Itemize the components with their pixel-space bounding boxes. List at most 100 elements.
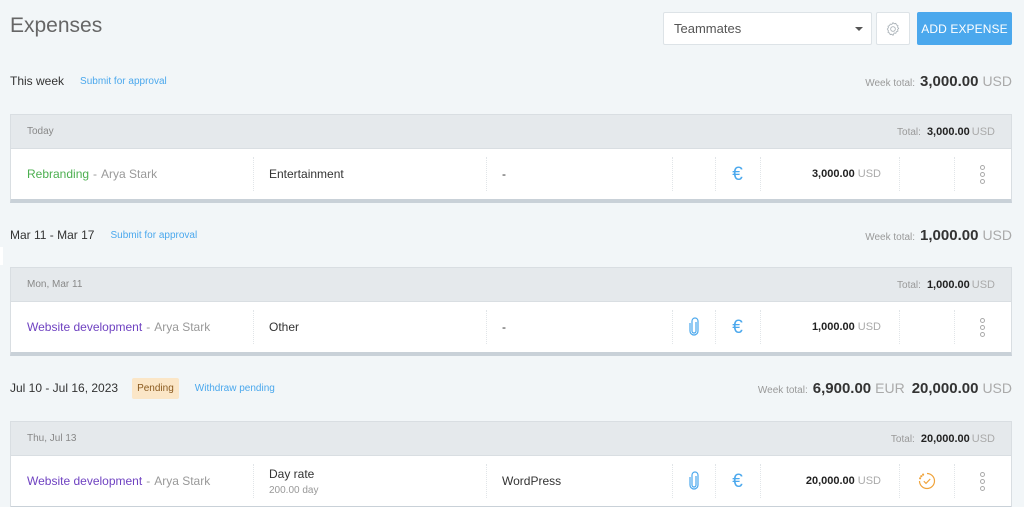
expense-currency: USD <box>857 475 881 487</box>
filter-selected-value: Teammates <box>674 21 742 36</box>
menu-cell <box>954 302 1011 352</box>
week-total-label: Week total: <box>865 231 916 243</box>
more-vertical-icon[interactable] <box>980 471 985 491</box>
submit-for-approval-link[interactable]: Submit for approval <box>110 230 197 241</box>
caret-down-icon <box>855 26 863 31</box>
expense-amount: 1,000.00 <box>811 321 855 333</box>
separator: - <box>146 320 151 334</box>
billable-cell: € <box>715 302 760 352</box>
project-name[interactable]: Rebranding <box>27 167 89 181</box>
page-title: Expenses <box>10 14 103 37</box>
expense-row[interactable]: Rebranding - Arya Stark Entertainment - … <box>11 149 1011 199</box>
note-cell: - <box>486 149 672 199</box>
separator: - <box>93 167 98 181</box>
week-total-currency-usd: USD <box>982 379 1012 396</box>
week-total-amount: 1,000.00 <box>920 226 979 244</box>
expense-currency: USD <box>857 168 881 180</box>
day-total: Total: 3,000.00 USD <box>897 126 995 138</box>
day-header: Today Total: 3,000.00 USD <box>11 115 1011 149</box>
withdraw-pending-link[interactable]: Withdraw pending <box>195 383 275 394</box>
expense-amount: 3,000.00 <box>811 168 855 180</box>
attachment-cell <box>672 149 715 199</box>
category-name: Day rate <box>269 466 315 481</box>
project-cell: Website development - Arya Stark <box>11 302 253 352</box>
week-total: Week total: 6,900.00 EUR 20,000.00 USD <box>758 380 1012 397</box>
day-total-amount: 3,000.00 <box>926 125 970 138</box>
more-vertical-icon[interactable] <box>980 317 985 337</box>
status-cell <box>899 456 954 506</box>
expense-row[interactable]: Website development - Arya Stark Day rat… <box>11 456 1011 506</box>
day-label: Mon, Mar 11 <box>27 279 83 290</box>
user-name: Arya Stark <box>154 320 211 334</box>
day-label: Today <box>27 126 54 137</box>
day-label: Thu, Jul 13 <box>27 433 77 444</box>
day-group: Mon, Mar 11 Total: 1,000.00 USD Website … <box>10 267 1012 356</box>
day-header: Thu, Jul 13 Total: 20,000.00 USD <box>11 422 1011 456</box>
expense-currency: USD <box>857 321 881 333</box>
submit-for-approval-link[interactable]: Submit for approval <box>80 76 167 87</box>
category-name: Entertainment <box>269 167 344 181</box>
paperclip-icon[interactable] <box>688 317 700 337</box>
edge-marker <box>0 247 3 265</box>
day-total: Total: 1,000.00 USD <box>897 279 995 291</box>
attachment-cell <box>672 456 715 506</box>
day-total-label: Total: <box>890 433 915 445</box>
note-text: - <box>502 320 506 334</box>
project-cell: Website development - Arya Stark <box>11 456 253 506</box>
week-header: This week Submit for approval Week total… <box>10 68 1012 94</box>
day-total-currency: USD <box>971 278 995 291</box>
category-name: Other <box>269 320 300 334</box>
note-text: WordPress <box>502 474 562 488</box>
week-header: Mar 11 - Mar 17 Submit for approval Week… <box>10 222 1012 248</box>
user-name: Arya Stark <box>101 167 158 181</box>
week-total-amount-usd: 20,000.00 <box>911 379 979 397</box>
billable-cell: € <box>715 456 760 506</box>
expense-amount: 20,000.00 <box>805 475 855 487</box>
attachment-cell <box>672 302 715 352</box>
week-label: Mar 11 - Mar 17 <box>10 228 95 242</box>
note-cell: WordPress <box>486 456 672 506</box>
more-vertical-icon[interactable] <box>980 164 985 184</box>
expense-row[interactable]: Website development - Arya Stark Other -… <box>11 302 1011 352</box>
project-name[interactable]: Website development <box>27 474 142 488</box>
day-group: Thu, Jul 13 Total: 20,000.00 USD Website… <box>10 421 1012 507</box>
euro-icon: € <box>732 163 743 185</box>
week-total-amount-eur: 6,900.00 <box>812 379 872 397</box>
billable-cell: € <box>715 149 760 199</box>
status-badge: Pending <box>132 377 179 399</box>
teammates-filter-select[interactable]: Teammates <box>663 12 872 45</box>
category-quantity: 200.00 day <box>269 484 319 496</box>
settings-button[interactable] <box>876 12 910 45</box>
status-cell <box>899 149 954 199</box>
category-cell: Other <box>253 302 486 352</box>
project-cell: Rebranding - Arya Stark <box>11 149 253 199</box>
euro-icon: € <box>732 470 743 492</box>
note-text: - <box>502 167 506 181</box>
day-total-amount: 1,000.00 <box>926 278 970 291</box>
menu-cell <box>954 456 1011 506</box>
day-total-amount: 20,000.00 <box>920 432 970 445</box>
week-total-label: Week total: <box>865 77 916 89</box>
week-total: Week total: 1,000.00 USD <box>865 227 1012 244</box>
paperclip-icon[interactable] <box>688 471 700 491</box>
week-total-currency: USD <box>982 226 1012 243</box>
week-header: Jul 10 - Jul 16, 2023 Pending Withdraw p… <box>10 375 1012 401</box>
separator: - <box>146 474 151 488</box>
week-total-currency: USD <box>982 72 1012 89</box>
day-group: Today Total: 3,000.00 USD Rebranding - A… <box>10 114 1012 203</box>
category-cell: Entertainment <box>253 149 486 199</box>
amount-cell: 3,000.00 USD <box>760 149 899 199</box>
week-total-currency-eur: EUR <box>875 379 905 396</box>
day-total-label: Total: <box>897 279 921 291</box>
status-cell <box>899 302 954 352</box>
project-name[interactable]: Website development <box>27 320 142 334</box>
week-total: Week total: 3,000.00 USD <box>865 73 1012 90</box>
week-label: This week <box>10 74 65 88</box>
week-total-amount: 3,000.00 <box>920 72 979 90</box>
add-expense-button[interactable]: ADD EXPENSE <box>917 12 1012 45</box>
week-total-label: Week total: <box>757 384 808 396</box>
menu-cell <box>954 149 1011 199</box>
note-cell: - <box>486 302 672 352</box>
user-name: Arya Stark <box>154 474 211 488</box>
day-total-label: Total: <box>897 126 921 138</box>
